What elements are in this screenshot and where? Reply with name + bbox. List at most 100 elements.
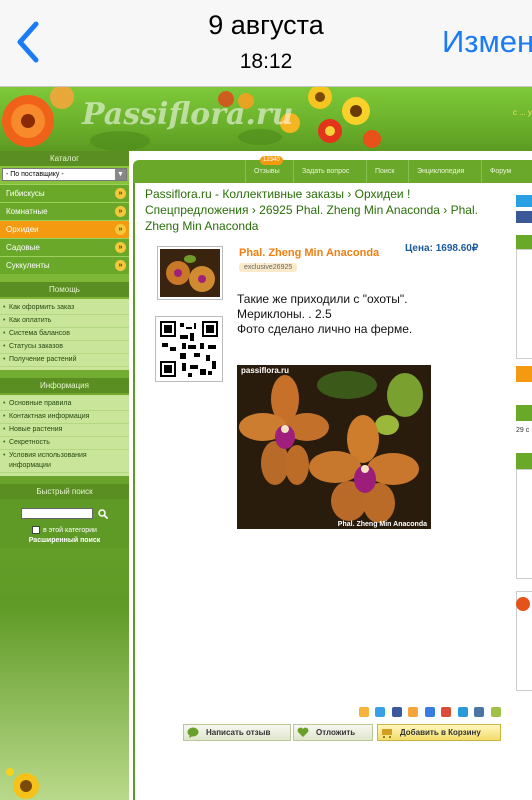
defer-button[interactable]: Отложить — [293, 724, 373, 741]
description-line: Мериклоны. . 2.5 — [237, 307, 332, 321]
write-review-button[interactable]: Написать отзыв — [183, 724, 291, 741]
in-category-row: в этой категории — [0, 526, 129, 534]
right-block-body-2 — [516, 469, 532, 579]
mailru-share-icon[interactable] — [424, 707, 435, 717]
banner-right-text: с ... у — [512, 108, 532, 117]
photo-watermark: passiflora.ru — [241, 366, 290, 375]
livejournal-share-icon[interactable] — [457, 707, 468, 717]
catalog-heading: Каталог — [0, 151, 129, 166]
help-link[interactable]: Система балансов — [0, 328, 129, 341]
twitter-share-icon[interactable] — [375, 707, 386, 717]
qr-code — [155, 316, 223, 382]
odnoklassniki-share-icon[interactable] — [408, 707, 419, 717]
double-chevron-icon: » — [115, 206, 126, 217]
facebook-share-icon[interactable] — [391, 707, 402, 717]
orchid-thumbnail-image — [160, 249, 220, 297]
nav-ask-question[interactable]: Задать вопрос — [293, 160, 357, 183]
quick-search: в этой категории Расширенный поиск — [0, 499, 129, 548]
category-label: Орхидеи — [6, 225, 39, 234]
write-review-label: Написать отзыв — [206, 728, 271, 737]
help-link[interactable]: Статусы заказов — [0, 341, 129, 354]
nav-forum[interactable]: Форум — [481, 160, 519, 183]
category-label: Садовые — [6, 243, 40, 252]
orchid-photo-image — [237, 365, 431, 529]
category-label: Гибискусы — [6, 189, 45, 198]
site-banner: Passiflora.ru с ... у — [0, 87, 532, 151]
dropdown-arrow-icon[interactable]: ▼ — [115, 169, 126, 180]
info-link[interactable]: Секретность — [0, 437, 129, 450]
cart-icon — [382, 729, 392, 738]
breadcrumb[interactable]: Passiflora.ru - Коллективные заказы › Ор… — [145, 186, 505, 234]
description-line: Такие же приходили с "охоты". — [237, 292, 408, 306]
right-orange-block — [516, 366, 532, 382]
nav-search[interactable]: Поиск — [366, 160, 402, 183]
help-link[interactable]: Получение растений — [0, 354, 129, 367]
edit-button[interactable]: Измен — [442, 24, 532, 60]
search-input[interactable] — [21, 508, 94, 520]
add-to-cart-label: Добавить в Корзину — [400, 728, 481, 737]
top-navigation: 12340 Отзывы Задать вопрос Поиск Энцикло… — [133, 156, 532, 183]
site-logo[interactable]: Passiflora.ru — [82, 97, 294, 132]
help-heading: Помощь — [0, 282, 129, 297]
help-links: Как оформить заказ Как оплатить Система … — [0, 299, 129, 370]
google-share-icon[interactable] — [441, 707, 452, 717]
rss-share-icon[interactable] — [359, 707, 369, 717]
category-label: Комнатные — [6, 207, 48, 216]
vk-share-icon[interactable] — [474, 707, 485, 717]
ios-navigation-bar: 9 августа 18:12 Измен — [0, 0, 532, 87]
product-title: Phal. Zheng Min Anaconda — [239, 247, 380, 259]
product-price: Цена: 1698.60₽ — [405, 243, 479, 254]
info-heading: Информация — [0, 378, 129, 393]
photo-caption: Phal. Zheng Min Anaconda — [337, 521, 427, 528]
help-link[interactable]: Как оплатить — [0, 315, 129, 328]
qr-code-image — [158, 319, 220, 379]
quick-search-heading: Быстрый поиск — [0, 484, 129, 499]
search-icon[interactable] — [97, 509, 108, 519]
category-item-garden[interactable]: Садовые » — [0, 238, 129, 256]
in-category-checkbox[interactable] — [32, 526, 41, 534]
add-to-cart-button[interactable]: Добавить в Корзину — [377, 724, 501, 741]
info-link[interactable]: Новые растения — [0, 424, 129, 437]
category-item-hibiscus[interactable]: Гибискусы » — [0, 184, 129, 202]
double-chevron-icon: » — [115, 188, 126, 199]
category-item-indoor[interactable]: Комнатные » — [0, 202, 129, 220]
double-chevron-icon: » — [115, 224, 126, 235]
nav-reviews[interactable]: Отзывы — [245, 160, 288, 183]
category-item-orchids[interactable]: Орхидеи » — [0, 220, 129, 238]
bookmark-share-icon[interactable] — [490, 707, 501, 717]
supplier-select[interactable]: - По поставщику - ▼ — [2, 168, 127, 181]
help-link[interactable]: Как оформить заказ — [0, 302, 129, 315]
right-green-block-2 — [516, 453, 532, 469]
right-block-body — [516, 249, 532, 359]
in-category-label: в этой категории — [43, 526, 97, 534]
social-share-row — [359, 704, 513, 735]
product-thumbnail[interactable] — [157, 246, 223, 300]
left-sidebar: Каталог - По поставщику - ▼ Гибискусы » … — [0, 151, 129, 800]
double-chevron-icon: » — [115, 260, 126, 271]
info-link[interactable]: Условия использования информации — [0, 450, 129, 473]
speech-bubble-icon — [187, 727, 199, 738]
facebook-icon[interactable] — [516, 211, 532, 223]
info-links: Основные правила Контактная информация Н… — [0, 395, 129, 476]
right-green-block — [516, 405, 532, 421]
right-sidebar-clipped: 29 с — [513, 183, 532, 800]
right-count-text: 29 с — [516, 427, 530, 434]
product-sku: exclusive26925 — [239, 263, 298, 272]
info-link[interactable]: Контактная информация — [0, 411, 129, 424]
heart-icon — [297, 727, 309, 737]
description-line: Фото сделано лично на ферме. — [237, 322, 413, 336]
product-photo[interactable]: passiflora.ru Phal. Zheng Min Anaconda — [237, 365, 431, 529]
product-description: Такие же приходили с "охоты". Мериклоны.… — [237, 292, 507, 337]
advanced-search-link[interactable]: Расширенный поиск — [0, 537, 129, 544]
right-block-header — [516, 235, 532, 249]
supplier-select-value: - По поставщику - — [6, 171, 64, 178]
info-link[interactable]: Основные правила — [0, 398, 129, 411]
product-content: Passiflora.ru - Коллективные заказы › Ор… — [133, 183, 513, 800]
double-chevron-icon: » — [115, 242, 126, 253]
flower-icon — [516, 597, 530, 611]
defer-label: Отложить — [316, 728, 356, 737]
category-item-succulents[interactable]: Суккуленты » — [0, 256, 129, 274]
twitter-icon[interactable] — [516, 195, 532, 207]
nav-encyclopedia[interactable]: Энциклопедия — [408, 160, 472, 183]
sunflower-decoration — [6, 768, 39, 799]
